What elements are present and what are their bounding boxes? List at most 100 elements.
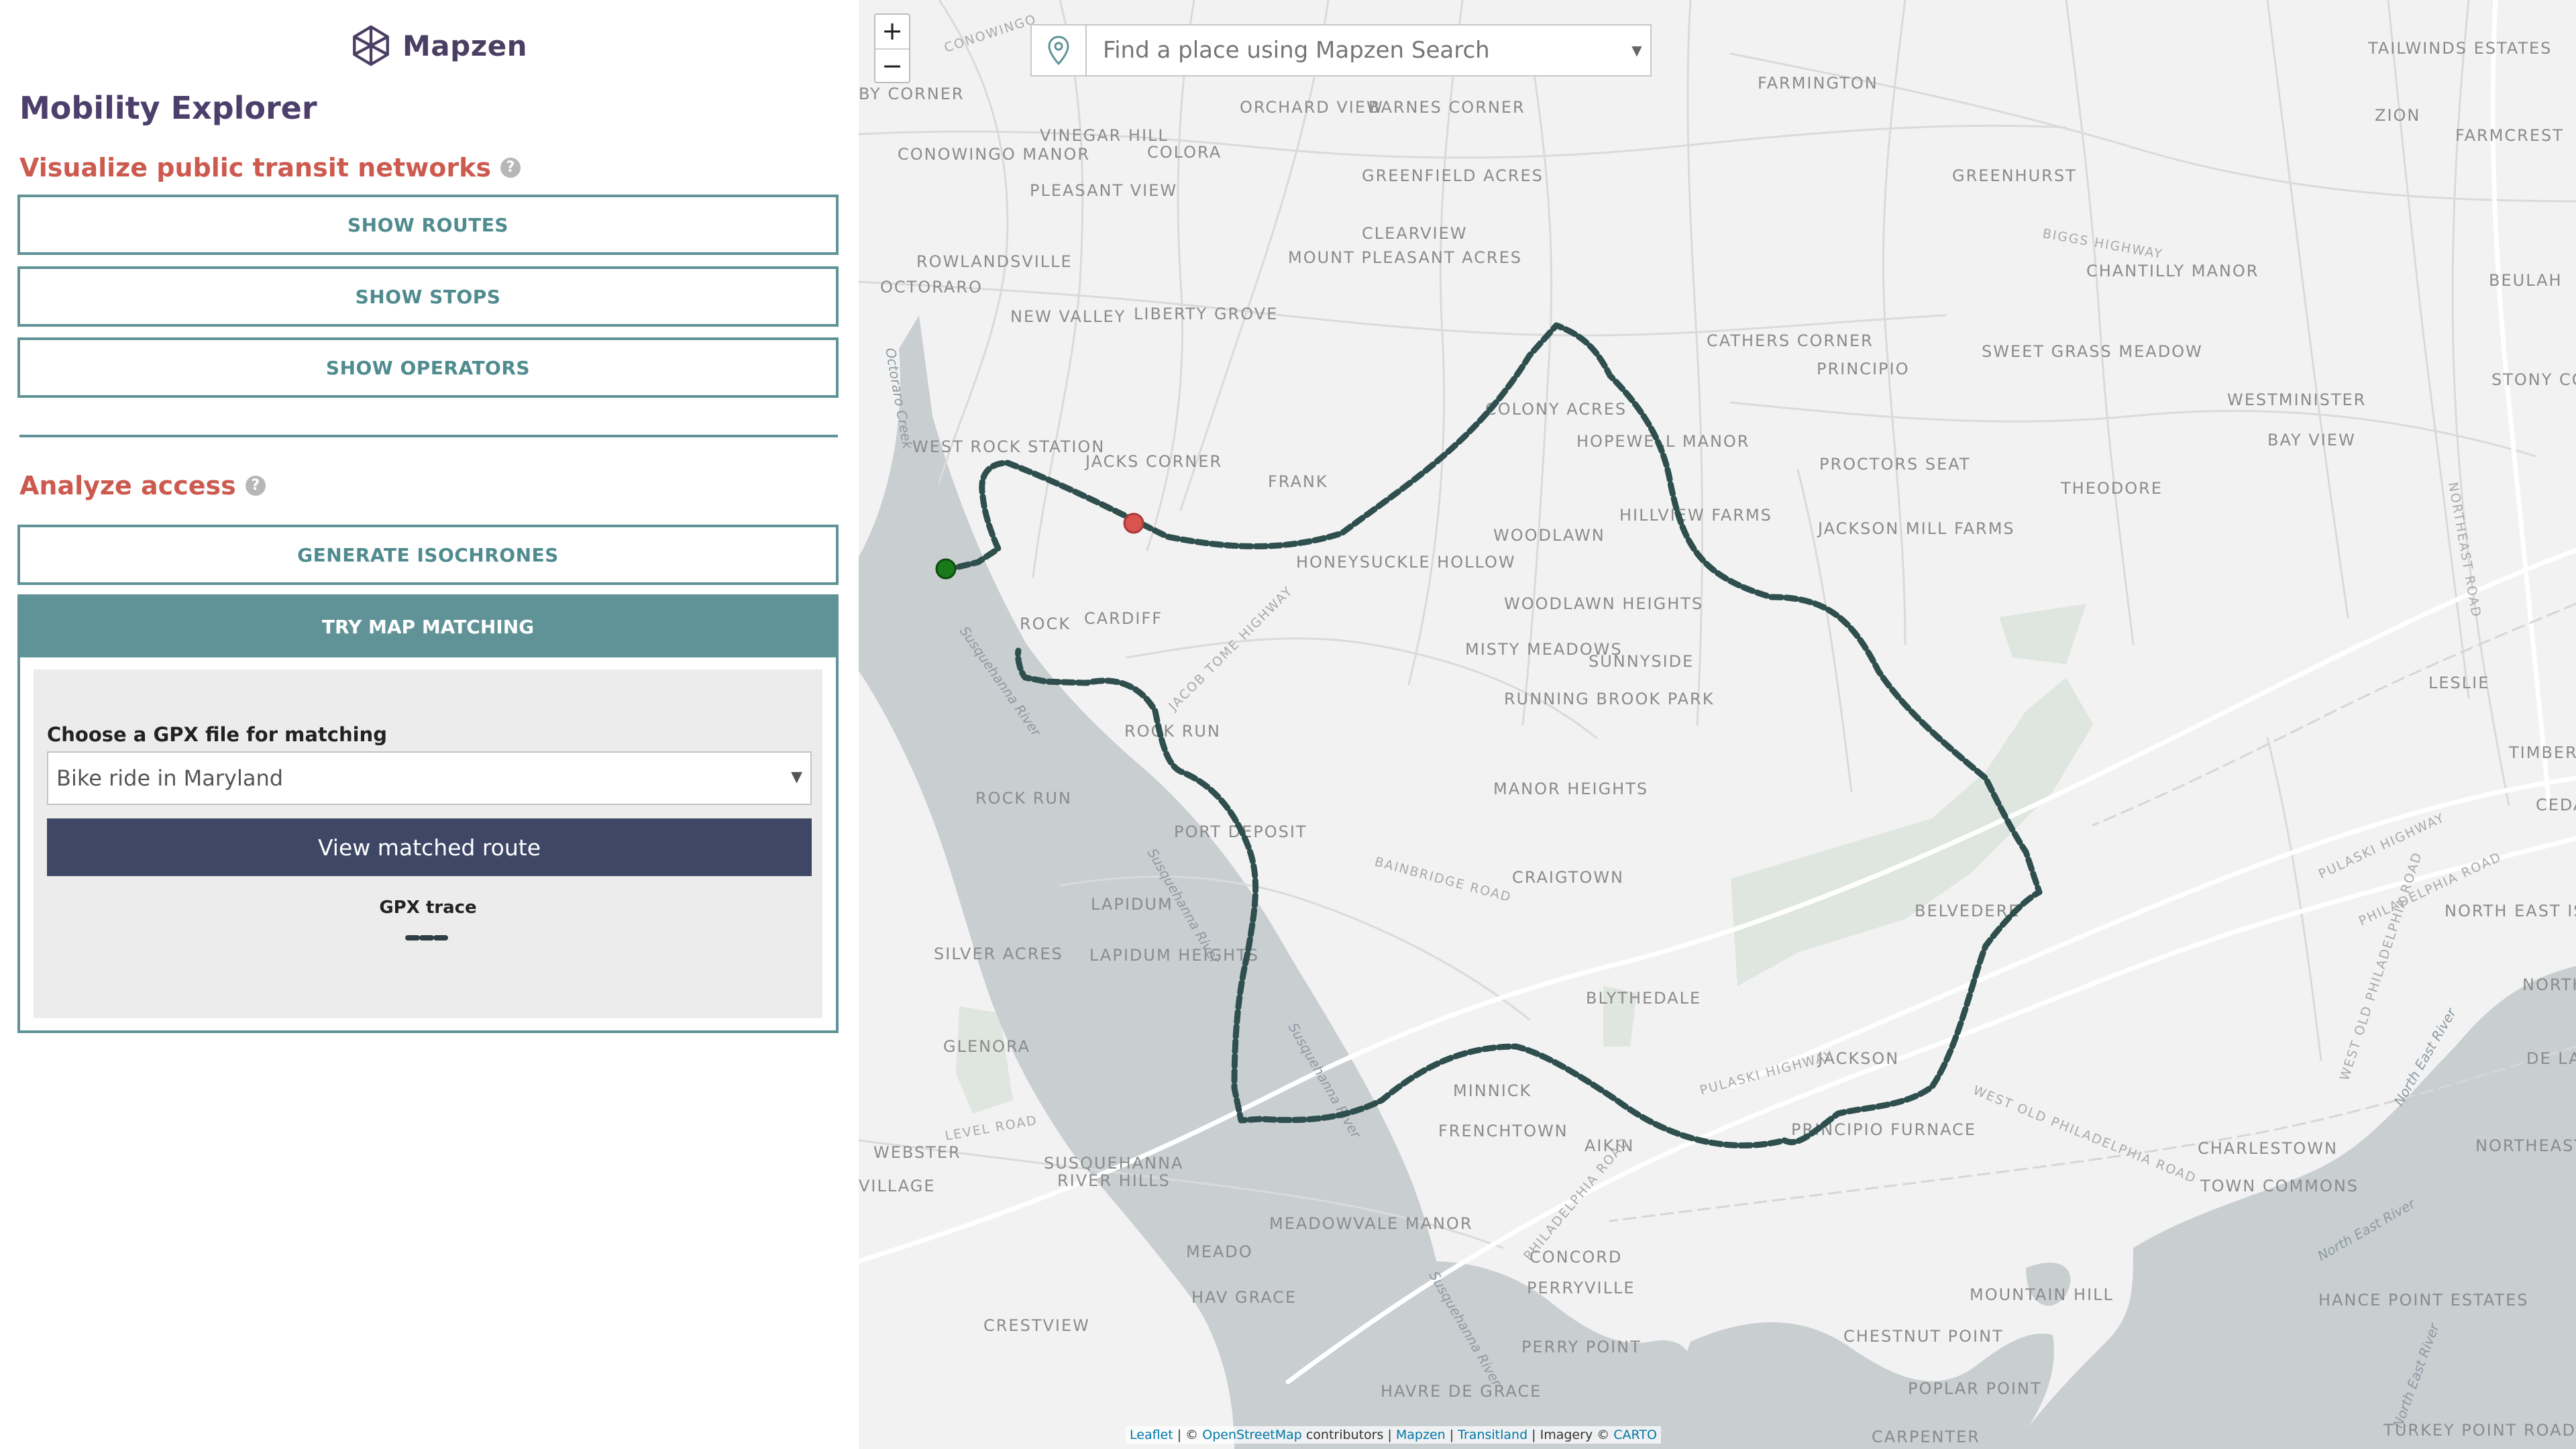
- location-pin-icon[interactable]: [1032, 25, 1087, 75]
- place-label: DE LA PLAI: [2526, 1049, 2576, 1068]
- visualize-heading-text: Visualize public transit networks: [19, 153, 491, 182]
- visualize-heading: Visualize public transit networks ?: [19, 153, 521, 182]
- place-label: NORTH HARI: [2522, 975, 2576, 994]
- place-label: MINNICK: [1453, 1081, 1532, 1100]
- mapzen-logo[interactable]: Mapzen: [349, 20, 527, 71]
- analyze-heading-text: Analyze access: [19, 471, 236, 500]
- place-label: CRAIGTOWN: [1512, 868, 1624, 887]
- place-label: BLYTHEDALE: [1586, 989, 1701, 1008]
- gpx-file-selected-value: Bike ride in Maryland: [56, 765, 284, 791]
- map-matching-panel: Choose a GPX file for matching Bike ride…: [17, 657, 839, 1033]
- place-label: TURKEY POINT ROAD: [2383, 1421, 2576, 1440]
- attribution-text: |: [1445, 1428, 1458, 1442]
- gpx-file-label: Choose a GPX file for matching: [47, 723, 387, 746]
- place-label: WESTMINISTER: [2227, 390, 2366, 409]
- place-label: LIBERTY GROVE: [1134, 305, 1278, 323]
- place-label: FRANK: [1268, 472, 1328, 491]
- place-label: HILLVIEW FARMS: [1619, 506, 1772, 525]
- place-label: FARMINGTON: [1758, 74, 1878, 93]
- try-map-matching-button[interactable]: TRY MAP MATCHING: [17, 594, 839, 659]
- mapzen-search-box: ▼: [1030, 24, 1652, 76]
- place-label: ROCK RUN: [975, 789, 1072, 808]
- zoom-in-button[interactable]: +: [875, 15, 909, 48]
- place-label: VILLAGE: [859, 1177, 936, 1195]
- zoom-control: + −: [874, 13, 910, 83]
- start-marker[interactable]: [935, 558, 957, 580]
- place-label: HONEYSUCKLE HOLLOW: [1296, 553, 1516, 572]
- place-label: NEW VALLEY: [1010, 307, 1126, 326]
- place-label: PLEASANT VIEW: [1030, 181, 1177, 200]
- place-label: CEDA: [2536, 796, 2576, 814]
- search-input[interactable]: [1087, 30, 1623, 71]
- transitland-link[interactable]: Transitland: [1458, 1428, 1527, 1442]
- place-label: ROCK: [1020, 614, 1071, 633]
- show-stops-button[interactable]: SHOW STOPS: [17, 266, 839, 327]
- carto-link[interactable]: CARTO: [1613, 1428, 1657, 1442]
- leaflet-link[interactable]: Leaflet: [1130, 1428, 1173, 1442]
- place-label: WOODLAWN HEIGHTS: [1504, 594, 1703, 613]
- road-label: LEVEL ROAD: [944, 1113, 1038, 1144]
- place-label: BEULAH: [2489, 271, 2563, 290]
- place-label: CONCORD: [1529, 1248, 1622, 1267]
- place-label: CARPENTER: [1872, 1428, 1980, 1446]
- place-label: PROCTORS SEAT: [1819, 455, 1971, 474]
- place-label: SWEET GRASS MEADOW: [1982, 342, 2203, 361]
- place-label: GREENFIELD ACRES: [1362, 166, 1544, 185]
- place-label: BAY VIEW: [2267, 431, 2356, 449]
- gpx-file-select[interactable]: Bike ride in Maryland ▼: [47, 751, 812, 805]
- map-matching-panel-body: Choose a GPX file for matching Bike ride…: [34, 669, 822, 1018]
- place-label: ROCK RUN: [1124, 722, 1221, 741]
- place-label: PERRY POINT: [1521, 1338, 1642, 1356]
- mapzen-link[interactable]: Mapzen: [1396, 1428, 1446, 1442]
- help-icon[interactable]: ?: [245, 476, 266, 496]
- place-label: WEST ROCK STATION: [912, 437, 1105, 456]
- place-label: TOWN COMMONS: [2200, 1177, 2359, 1195]
- place-label: BY CORNER: [859, 85, 965, 103]
- place-label: SUNNYSIDE: [1589, 652, 1694, 671]
- map[interactable]: BY CORNER CONOWINGO MANOR VINEGAR HILL C…: [859, 0, 2576, 1449]
- help-icon[interactable]: ?: [500, 158, 521, 178]
- place-label: FRENCHTOWN: [1438, 1122, 1568, 1140]
- place-label: GREENHURST: [1952, 166, 2077, 185]
- map-canvas[interactable]: BY CORNER CONOWINGO MANOR VINEGAR HILL C…: [859, 0, 2576, 1449]
- place-label: STONY COU: [2491, 370, 2576, 389]
- place-label: HANCE POINT ESTATES: [2318, 1291, 2528, 1309]
- place-label: RUNNING BROOK PARK: [1504, 690, 1714, 708]
- chevron-down-icon[interactable]: ▼: [1623, 42, 1650, 58]
- zoom-out-button[interactable]: −: [875, 50, 909, 83]
- place-label: NORTH EAST ISLES: [2445, 902, 2576, 920]
- place-label: COLORA: [1147, 143, 1222, 162]
- generate-isochrones-button[interactable]: GENERATE ISOCHRONES: [17, 525, 839, 585]
- place-label: HAV GRACE: [1191, 1288, 1297, 1307]
- view-matched-route-button[interactable]: View matched route: [47, 818, 812, 876]
- show-operators-button[interactable]: SHOW OPERATORS: [17, 337, 839, 398]
- place-label: LAPIDUM: [1091, 895, 1173, 914]
- place-label: CLEARVIEW: [1362, 224, 1467, 243]
- place-label: ORCHARD VIEW: [1240, 98, 1384, 117]
- place-label: CATHERS CORNER: [1707, 331, 1874, 350]
- place-label: MOUNTAIN HILL: [1970, 1285, 2114, 1304]
- attribution-text: | Imagery ©: [1527, 1428, 1614, 1442]
- openstreetmap-link[interactable]: OpenStreetMap: [1202, 1428, 1302, 1442]
- end-marker[interactable]: [1123, 513, 1144, 534]
- place-label: TAILWINDS ESTATES: [2367, 39, 2552, 58]
- place-label: BELVEDERE: [1915, 902, 2020, 920]
- place-label: CRESTVIEW: [983, 1316, 1090, 1335]
- chevron-down-icon: ▼: [791, 769, 802, 786]
- place-label: WOODLAWN: [1493, 526, 1605, 545]
- place-label: GLENORA: [943, 1037, 1030, 1056]
- place-label: LAPIDUM HEIGHTS: [1089, 946, 1259, 965]
- place-label: ROWLANDSVILLE: [916, 252, 1073, 271]
- road-label: PHILADELPHIA ROAD: [1521, 1134, 1632, 1263]
- place-label: CARDIFF: [1084, 609, 1163, 628]
- place-label: HAVRE DE GRACE: [1381, 1382, 1542, 1401]
- sidebar: Mapzen Mobility Explorer Visualize publi…: [0, 0, 859, 1449]
- show-routes-button[interactable]: SHOW ROUTES: [17, 195, 839, 255]
- place-label: PERRYVILLE: [1527, 1279, 1635, 1297]
- attribution-text: contributors |: [1301, 1428, 1396, 1442]
- place-label: JACKSON MILL FARMS: [1817, 519, 2015, 538]
- place-label: CHESTNUT POINT: [1843, 1327, 2004, 1346]
- place-label: OCTORARO: [880, 278, 983, 297]
- place-label: MOUNT PLEASANT ACRES: [1288, 248, 1522, 267]
- attribution-text: | ©: [1173, 1428, 1203, 1442]
